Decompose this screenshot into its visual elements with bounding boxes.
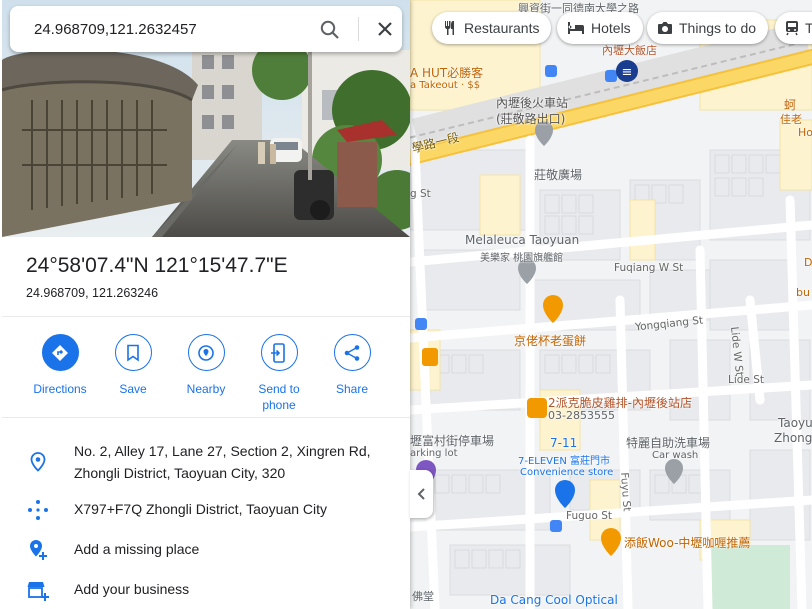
save-label: Save xyxy=(119,382,147,396)
map-label-woo[interactable]: 添飯Woo-中壢咖喱推薦 xyxy=(624,534,750,551)
nearby-button[interactable]: Nearby xyxy=(169,334,243,397)
app-root: ≡ 興資街一同德南大學之路 A HUT必勝客 a Takeout · $$ 內壢 xyxy=(0,0,812,609)
chip-hotels[interactable]: Hotels xyxy=(557,12,643,44)
chip-label: Restaurants xyxy=(464,20,540,36)
map-label-zhongli-right: Zhong xyxy=(774,431,812,445)
map-label-fuqiang: Fuqiang W St xyxy=(614,262,684,274)
map-canvas[interactable]: ≡ 興資街一同德南大學之路 A HUT必勝客 a Takeout · $$ 內壢 xyxy=(410,0,812,609)
divider xyxy=(2,316,410,317)
map-label-parking-en: arking lot xyxy=(410,448,458,459)
restaurant-icon xyxy=(445,21,454,35)
collapse-panel-button[interactable] xyxy=(410,470,433,518)
directions-icon xyxy=(52,344,68,361)
add-business-icon xyxy=(27,582,49,601)
map-label-dacang[interactable]: Da Cang Cool Optical xyxy=(490,593,618,607)
map-label-pastry[interactable]: 京佬杯老蛋餅 xyxy=(514,332,586,349)
map-label-d-snip: D xyxy=(804,256,812,269)
nearby-label: Nearby xyxy=(186,382,226,396)
map-label-seven[interactable]: 7-11 xyxy=(550,436,577,450)
map-label-convenience: Convenience store xyxy=(520,467,614,478)
search-divider xyxy=(358,17,359,41)
map-label-pizza-sub: a Takeout · $$ xyxy=(410,80,481,91)
map-label-bu-snip: bu xyxy=(796,286,810,299)
send-to-phone-button[interactable]: Send to phone xyxy=(242,334,316,413)
add-business-row[interactable]: Add your business xyxy=(0,578,410,602)
map-label-station[interactable]: 內壢後火車站 xyxy=(496,94,568,111)
map-label-plaza[interactable]: 莊敬廣場 xyxy=(534,166,582,183)
map-label-parking[interactable]: 壢富村街停車場 xyxy=(410,432,494,449)
save-button[interactable]: Save xyxy=(96,334,170,397)
address-row[interactable]: No. 2, Alley 17, Lane 27, Section 2, Xin… xyxy=(0,440,410,486)
map-label-fuguo: Fuguo St xyxy=(566,510,612,522)
add-business-text: Add your business xyxy=(74,581,190,597)
share-icon xyxy=(344,344,360,361)
hotel-icon xyxy=(568,22,584,34)
coordinates-decimal: 24.968709, 121.263246 xyxy=(26,286,159,300)
search-input[interactable] xyxy=(34,20,294,38)
chevron-left-icon xyxy=(417,488,425,500)
camera-icon xyxy=(658,22,672,34)
address-text: No. 2, Alley 17, Lane 27, Section 2, Xin… xyxy=(74,443,371,481)
map-label-right-snip3: Ho xyxy=(798,126,812,139)
add-location-icon xyxy=(30,540,47,560)
send-to-phone-icon xyxy=(271,342,285,363)
divider xyxy=(2,417,410,418)
chip-transit[interactable]: T xyxy=(775,12,812,44)
chip-restaurants[interactable]: Restaurants xyxy=(432,12,552,44)
map-label-chicken-phone: 03-2853555 xyxy=(548,409,615,422)
plus-code-text: X797+F7Q Zhongli District, Taoyuan City xyxy=(74,501,328,517)
plus-code-icon xyxy=(28,500,48,520)
map-label-hotel-snip: 內壢大飯店 xyxy=(602,44,657,57)
map-label-station-sub: (莊敬路出口) xyxy=(496,112,566,126)
location-pin-icon xyxy=(30,452,46,472)
map-label-right-snip2: 佳老 xyxy=(780,113,802,126)
nearby-icon xyxy=(198,344,214,361)
map-label-pizza-hut[interactable]: A HUT必勝客 xyxy=(410,64,483,81)
chip-label: Hotels xyxy=(591,20,631,36)
directions-label: Directions xyxy=(33,382,87,396)
map-label-left-st: g St xyxy=(410,188,431,200)
chip-label: T xyxy=(805,20,812,36)
map-label-carwash: Car wash xyxy=(652,450,699,461)
search-icon[interactable] xyxy=(318,18,342,42)
search-box xyxy=(10,6,402,52)
map-label-melaleuca[interactable]: Melaleuca Taoyuan xyxy=(465,233,579,247)
map-label-carwash-cn[interactable]: 特麗自助洗車場 xyxy=(626,434,710,451)
map-label-bottom-left: 佛堂 xyxy=(412,590,434,603)
chip-things-to-do[interactable]: Things to do xyxy=(647,12,769,44)
plus-code-row[interactable]: X797+F7Q Zhongli District, Taoyuan City xyxy=(0,498,410,522)
share-button[interactable]: Share xyxy=(315,334,389,397)
bookmark-icon xyxy=(127,344,139,362)
svg-text:≡: ≡ xyxy=(622,65,633,80)
transit-icon xyxy=(786,21,798,36)
send-to-phone-label: Send to phone xyxy=(258,382,300,412)
share-label: Share xyxy=(335,382,369,396)
side-panel: 24°58'07.4"N 121°15'47.7"E 24.968709, 12… xyxy=(0,0,410,609)
close-icon[interactable] xyxy=(373,17,397,41)
chip-label: Things to do xyxy=(679,20,757,36)
map-label-melaleuca-cn: 美樂家 桃園旗艦館 xyxy=(480,253,564,264)
coordinates-dms: 24°58'07.4"N 121°15'47.7"E xyxy=(26,254,288,277)
add-missing-place-text: Add a missing place xyxy=(74,541,200,557)
add-missing-place-row[interactable]: Add a missing place xyxy=(0,538,410,562)
map-label-taoyuan-right: Taoyu xyxy=(778,416,812,430)
map-label-seven-full: 7-ELEVEN 富莊門市 xyxy=(518,456,610,467)
directions-button[interactable]: Directions xyxy=(23,334,97,397)
